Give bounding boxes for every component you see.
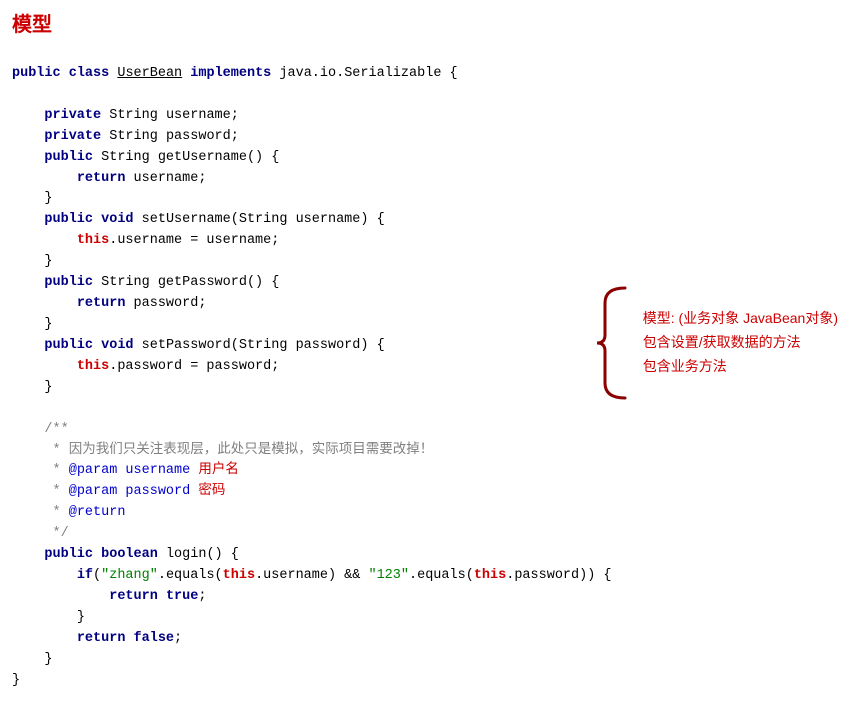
code-area: public class UserBean implements java.io…: [12, 43, 848, 713]
annotation-container: 模型: (业务对象 JavaBean对象) 包含设置/获取数据的方法 包含业务方…: [595, 283, 838, 403]
brace-icon: [595, 283, 635, 403]
annotation-line1: 模型: (业务对象 JavaBean对象): [643, 310, 838, 326]
annotation-line2: 包含设置/获取数据的方法: [643, 334, 801, 350]
annotation-line3: 包含业务方法: [643, 358, 727, 374]
annotation-text: 模型: (业务对象 JavaBean对象) 包含设置/获取数据的方法 包含业务方…: [643, 307, 838, 378]
page-title: 模型: [12, 8, 848, 37]
